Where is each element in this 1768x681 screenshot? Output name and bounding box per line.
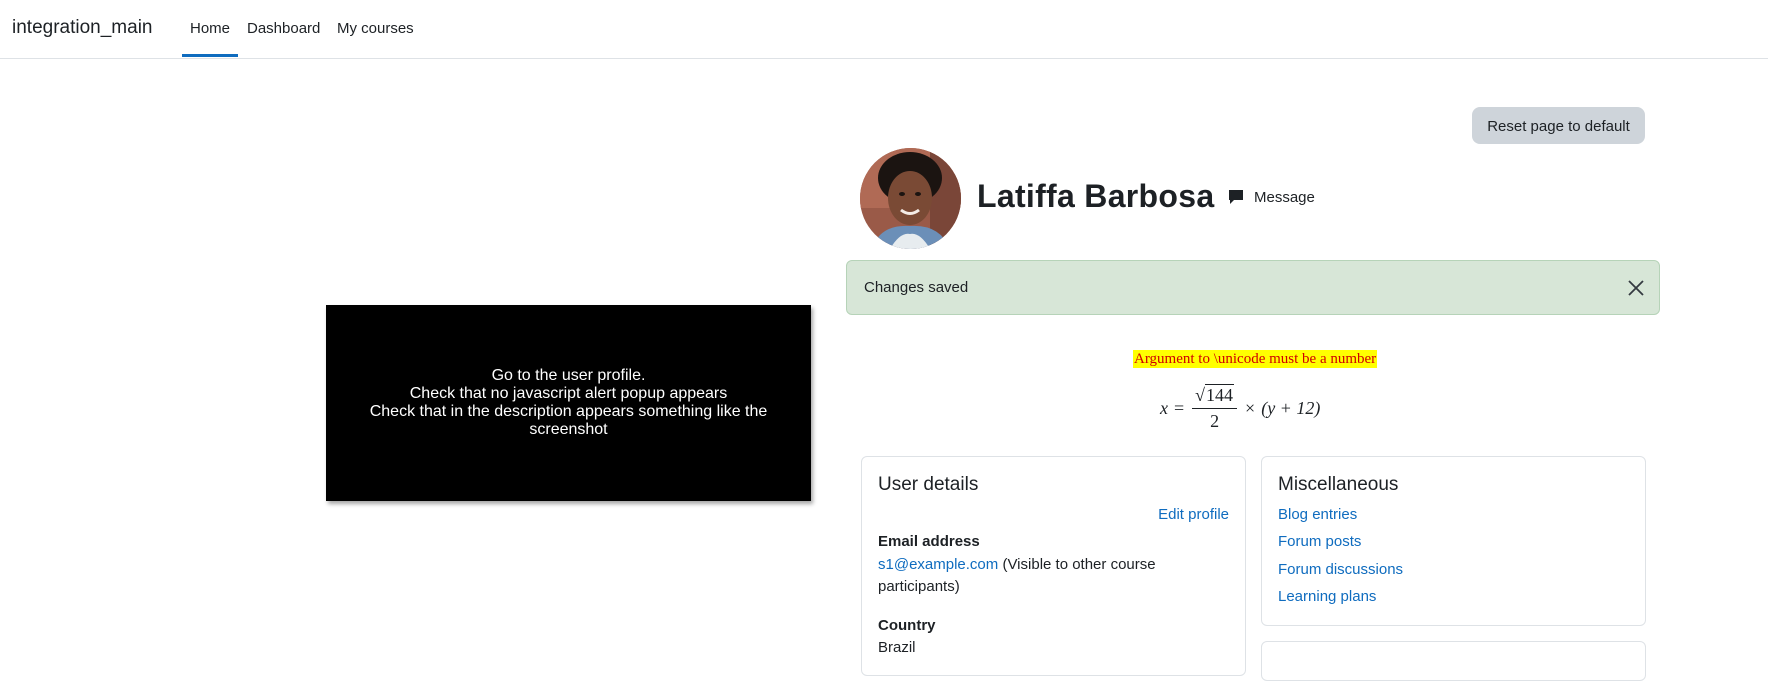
success-alert: Changes saved: [846, 260, 1660, 315]
instruction-video[interactable]: Go to the user profile. Check that no ja…: [326, 305, 811, 501]
misc-title: Miscellaneous: [1278, 474, 1399, 495]
top-navbar: integration_main Home Dashboard My cours…: [0, 0, 1768, 59]
formula-equals: =: [1174, 397, 1185, 418]
forum-discussions-link[interactable]: Forum discussions: [1278, 561, 1403, 578]
message-icon: [1229, 190, 1243, 204]
formula-times: ×: [1245, 397, 1256, 418]
formula-sqrt-arg: 144: [1205, 384, 1235, 405]
site-brand[interactable]: integration_main: [12, 17, 152, 39]
email-label: Email address: [878, 533, 980, 550]
message-button[interactable]: Message: [1228, 187, 1315, 207]
country-value: Brazil: [878, 639, 916, 656]
edit-profile-link[interactable]: Edit profile: [1158, 506, 1229, 523]
email-value: s1@example.com (Visible to other course …: [878, 554, 1208, 598]
user-details-card: User details Edit profile Email address …: [861, 456, 1246, 676]
nav-dashboard[interactable]: Dashboard: [247, 20, 320, 37]
video-line: Go to the user profile.: [491, 367, 646, 384]
math-formula: x = √ 144 2 × (y + 12): [1160, 383, 1320, 433]
sqrt-sign: √: [1195, 385, 1206, 405]
page-title: Latiffa Barbosa: [977, 178, 1215, 214]
alert-message: Changes saved: [864, 279, 969, 296]
nav-home[interactable]: Home: [181, 20, 239, 57]
video-text: Go to the user profile. Check that no ja…: [349, 367, 789, 439]
blog-entries-link[interactable]: Blog entries: [1278, 506, 1357, 523]
next-card: [1261, 641, 1646, 681]
reset-page-button[interactable]: Reset page to default: [1472, 107, 1645, 144]
formula-lhs: x: [1160, 397, 1168, 418]
user-details-title: User details: [878, 474, 979, 495]
formula-paren: (y + 12): [1261, 397, 1321, 418]
formula-denominator: 2: [1210, 411, 1220, 431]
miscellaneous-card: Miscellaneous Blog entries Forum posts F…: [1261, 456, 1646, 626]
close-icon[interactable]: [1627, 279, 1645, 297]
email-link[interactable]: s1@example.com: [878, 556, 998, 573]
country-label: Country: [878, 617, 936, 634]
message-label: Message: [1254, 188, 1315, 206]
avatar[interactable]: [860, 148, 961, 249]
forum-posts-link[interactable]: Forum posts: [1278, 533, 1361, 550]
math-error: Argument to \unicode must be a number: [1133, 350, 1378, 368]
video-line: Check that no javascript alert popup app…: [409, 385, 728, 402]
nav-my-courses[interactable]: My courses: [337, 20, 414, 37]
user-photo: [860, 148, 961, 249]
formula-numerator: √ 144: [1192, 384, 1238, 409]
video-line: Check that in the description appears so…: [369, 403, 768, 438]
formula-fraction: √ 144 2: [1192, 384, 1238, 432]
learning-plans-link[interactable]: Learning plans: [1278, 588, 1376, 605]
